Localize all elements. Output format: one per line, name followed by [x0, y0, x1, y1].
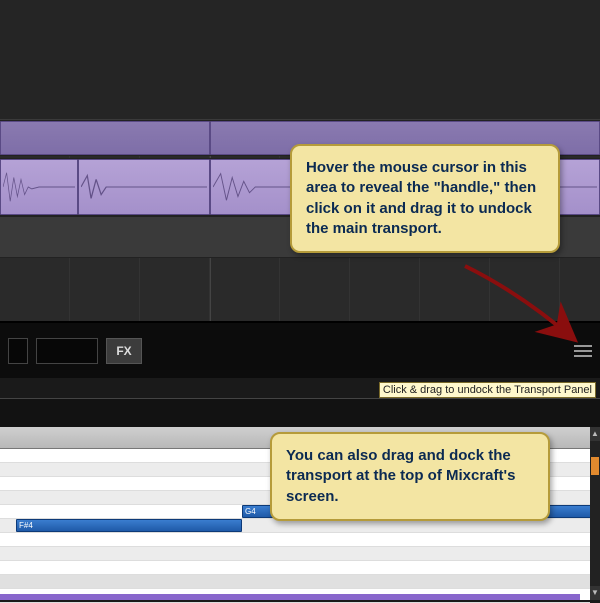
waveform [3, 168, 75, 206]
help-callout-2: You can also drag and dock the transport… [270, 432, 550, 521]
undock-handle-icon[interactable] [574, 345, 592, 357]
waveform [81, 168, 207, 206]
scroll-down-button[interactable]: ▼ [590, 586, 600, 600]
help-callout-1: Hover the mouse cursor in this area to r… [290, 144, 560, 253]
audio-clip[interactable] [78, 159, 210, 215]
fx-button[interactable]: FX [106, 338, 142, 364]
audio-clip[interactable] [0, 159, 78, 215]
pr-row [0, 575, 590, 589]
velocity-lane [0, 594, 580, 600]
pr-row [0, 547, 590, 561]
toolbar-box[interactable] [8, 338, 28, 364]
transport-toolbar: FX [0, 322, 600, 378]
undock-tooltip: Click & drag to undock the Transport Pan… [379, 382, 596, 398]
scroll-thumb[interactable] [591, 457, 599, 475]
pr-row [0, 561, 590, 575]
tracks-top-area [0, 0, 600, 120]
scroll-up-button[interactable]: ▲ [590, 427, 600, 441]
midi-note[interactable]: F#4 [16, 519, 242, 532]
vertical-scrollbar[interactable]: ▲ ▼ [590, 427, 600, 600]
pr-row [0, 533, 590, 547]
toolbar-box[interactable] [36, 338, 98, 364]
midi-clip[interactable] [0, 121, 210, 155]
lower-header [0, 399, 600, 427]
